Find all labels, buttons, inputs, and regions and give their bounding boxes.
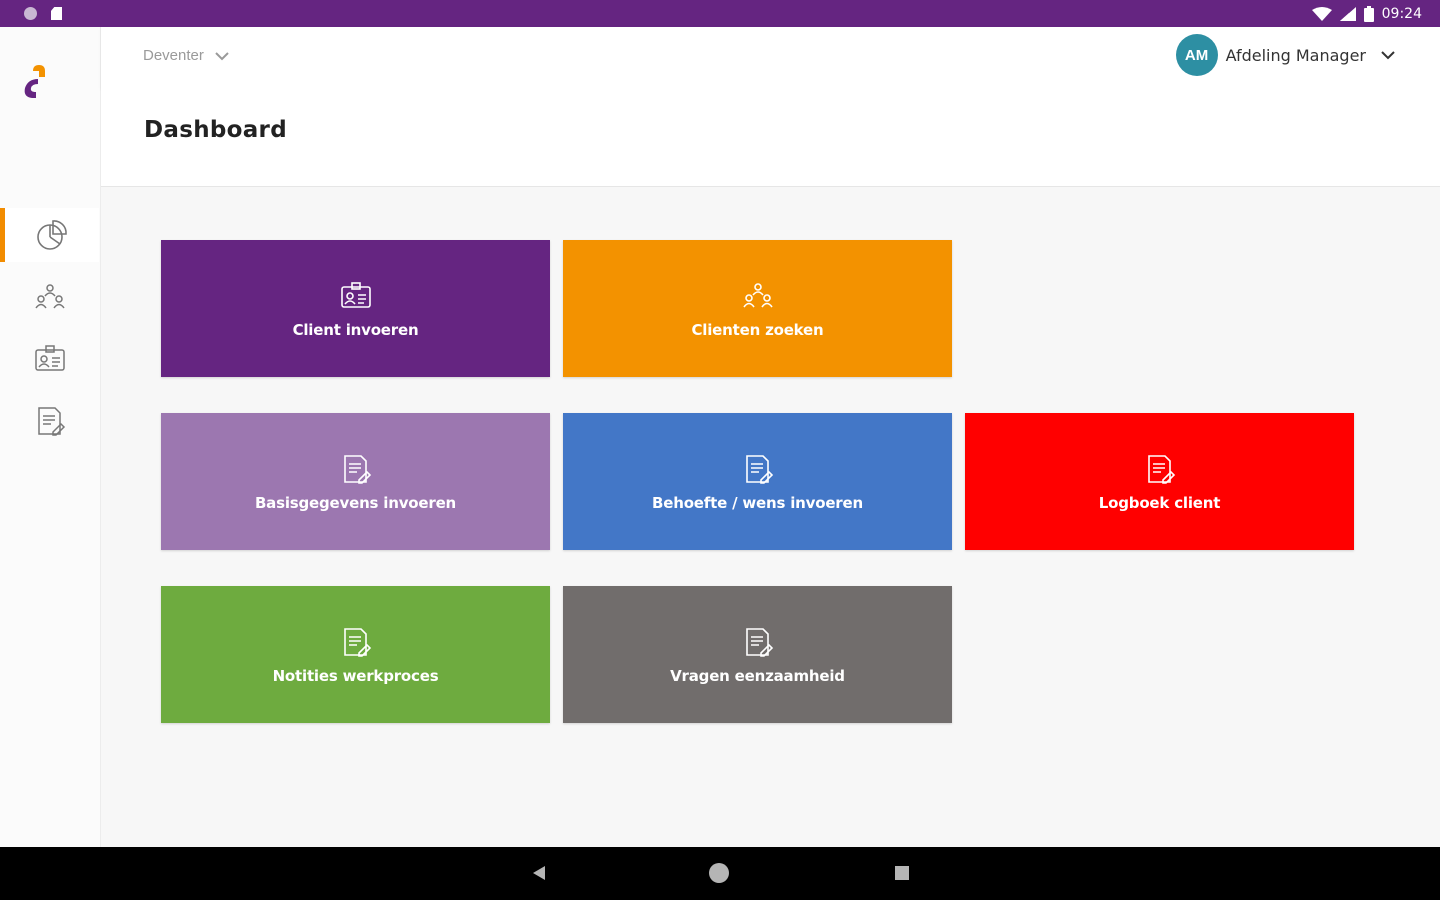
sidebar-item-notes[interactable] [0,394,99,448]
notification-icon [24,7,37,20]
recents-icon[interactable] [895,866,909,880]
status-bar: 09:24 [0,0,1440,27]
edit-document-icon [745,454,773,484]
clients-group-icon [742,282,773,307]
sidebar [0,27,101,847]
signal-icon [1339,6,1356,21]
back-icon[interactable] [531,865,547,881]
tile-client-invoeren[interactable]: Client invoeren [161,240,550,377]
avatar: AM [1175,34,1218,76]
user-name: Afdeling Manager [1225,45,1366,65]
sidebar-item-dashboard[interactable] [0,208,99,262]
sd-card-icon [51,7,62,20]
tile-vragen-eenzaamheid[interactable]: Vragen eenzaamheid [563,586,952,723]
app-logo [24,65,45,98]
top-bar: Deventer AM Afdeling Manager [101,27,1440,89]
tile-basisgegevens-invoeren[interactable]: Basisgegevens invoeren [161,413,550,550]
tile-clienten-zoeken[interactable]: Clienten zoeken [563,240,952,377]
tile-label: Behoefte / wens invoeren [652,493,863,512]
tile-label: Logboek client [1098,493,1221,512]
chevron-down-icon [215,51,229,60]
client-card-icon [340,281,371,308]
notes-document-icon [37,407,65,436]
title-bar: Dashboard [101,89,1440,187]
edit-document-icon [343,627,371,657]
tile-label: Basisgegevens invoeren [254,493,457,512]
tile-label: Notities werkproces [272,666,439,685]
tile-label: Clienten zoeken [691,320,824,339]
clients-group-icon [34,284,65,309]
user-menu[interactable]: AM Afdeling Manager [1175,34,1396,76]
client-card-icon [34,345,65,371]
battery-icon [1363,5,1374,22]
location-dropdown[interactable]: Deventer [143,47,230,64]
tile-logboek-client[interactable]: Logboek client [965,413,1354,550]
tile-notities-werkproces[interactable]: Notities werkproces [161,586,550,723]
status-time: 09:24 [1381,5,1422,22]
dashboard-pie-icon [37,220,67,250]
page-title: Dashboard [144,117,287,143]
edit-document-icon [745,627,773,657]
wifi-icon [1311,6,1332,21]
tile-label: Client invoeren [292,320,419,339]
tile-behoefte-wens-invoeren[interactable]: Behoefte / wens invoeren [563,413,952,550]
chevron-down-icon [1381,51,1395,60]
sidebar-item-clients[interactable] [0,270,99,324]
edit-document-icon [1147,454,1175,484]
home-icon[interactable] [709,863,729,883]
edit-document-icon [343,454,371,484]
sidebar-item-client-card[interactable] [0,332,99,386]
tile-label: Vragen eenzaamheid [670,666,845,685]
location-label: Deventer [143,47,204,64]
system-nav-bar [0,847,1440,900]
